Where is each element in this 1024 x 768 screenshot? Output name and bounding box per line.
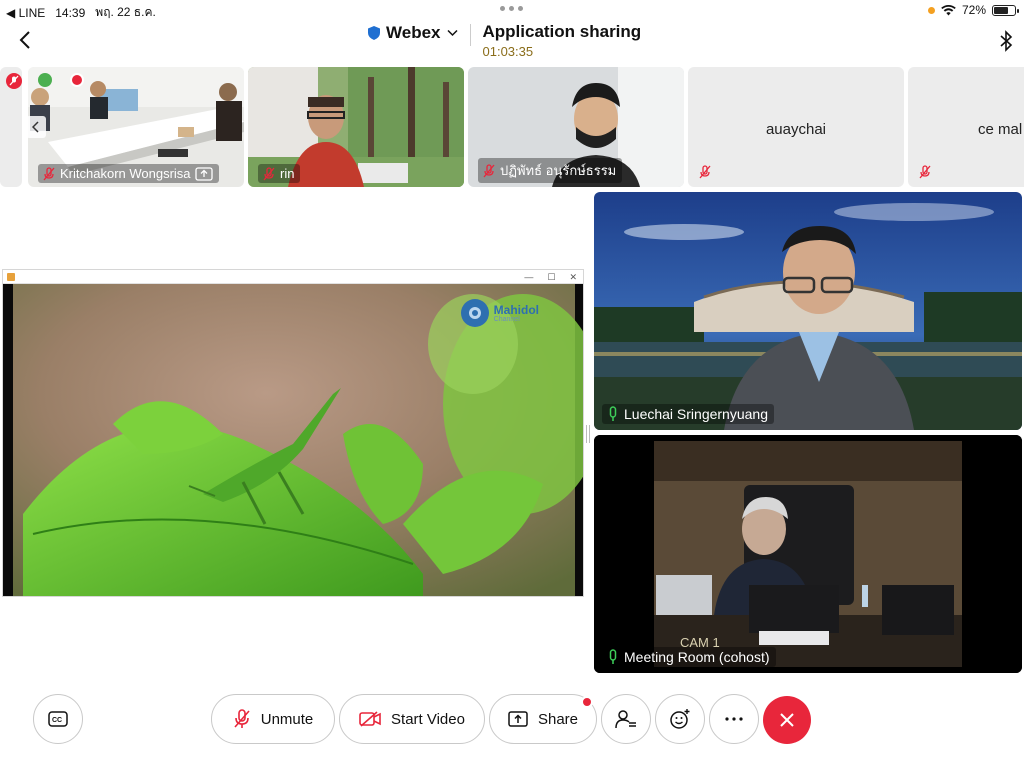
video-label-meeting-room: Meeting Room (cohost) xyxy=(602,647,776,667)
participant-tile-3[interactable]: ปฏิพัทธ์ อนุรักษ์ธรรม xyxy=(468,67,684,187)
close-icon xyxy=(780,713,794,727)
grasshopper-video-frame xyxy=(3,284,583,596)
audio-level-icon xyxy=(38,73,52,87)
unmute-label: Unmute xyxy=(260,710,314,728)
meeting-header: Webex Application sharing 01:03:35 xyxy=(0,20,1024,62)
share-screen-icon xyxy=(508,711,528,727)
shield-icon xyxy=(368,26,380,40)
close-icon: ✕ xyxy=(569,272,577,282)
leave-meeting-button[interactable] xyxy=(763,696,811,744)
luechai-video-feed xyxy=(594,192,1022,430)
video-tile-luechai[interactable]: Luechai Sringernyuang xyxy=(594,192,1022,430)
status-bar: ◀ LINE 14:39 พฤ. 22 ธ.ค. 72% xyxy=(0,0,1024,20)
share-title: Application sharing xyxy=(482,22,642,41)
video-label-luechai: Luechai Sringernyuang xyxy=(602,404,774,424)
app-name: Webex xyxy=(386,23,441,42)
meeting-timer: 01:03:35 xyxy=(482,44,534,59)
share-label: Share xyxy=(537,710,579,728)
closed-captions-button[interactable]: CC xyxy=(33,694,83,744)
mic-active-icon xyxy=(609,649,617,664)
participant-name: ce mal xyxy=(978,121,1023,138)
svg-text:CC: CC xyxy=(52,717,62,724)
strip-scroll-left-button[interactable] xyxy=(26,116,46,138)
participant-tile-partial[interactable] xyxy=(0,67,22,187)
more-horizontal-icon xyxy=(725,717,743,721)
participant-label-1: Kritchakorn Wongsrisa xyxy=(38,164,219,183)
mic-in-use-indicator xyxy=(927,6,935,14)
more-options-button[interactable] xyxy=(709,694,759,744)
status-time: 14:39 xyxy=(55,5,86,20)
mic-muted-icon xyxy=(699,165,711,179)
participant-tile-2[interactable]: rin xyxy=(248,67,464,187)
participant-tile-5[interactable]: ce mal xyxy=(908,67,1024,187)
cc-icon: CC xyxy=(48,711,68,727)
chevron-down-icon xyxy=(446,29,458,37)
minimize-icon: — xyxy=(524,272,534,282)
reactions-button[interactable] xyxy=(655,694,705,744)
chevron-left-icon xyxy=(32,121,39,133)
brand-sub: Channel xyxy=(493,315,520,323)
mic-muted-icon xyxy=(234,709,250,728)
shared-video-content: Mahidol Channel xyxy=(3,284,583,596)
header-divider xyxy=(469,24,471,46)
maximize-icon: ☐ xyxy=(547,272,556,282)
battery-fill xyxy=(994,6,1009,14)
participant-name: Meeting Room (cohost) xyxy=(624,649,770,665)
video-off-icon xyxy=(359,711,381,727)
participants-button[interactable] xyxy=(601,694,651,744)
participant-strip[interactable]: Kritchakorn Wongsrisa rin ปฏิพัทธ์ อนุรั… xyxy=(0,67,1024,187)
battery-percent: 72% xyxy=(961,3,986,17)
start-video-button[interactable]: Start Video xyxy=(339,694,485,744)
mic-muted-icon xyxy=(919,165,931,179)
participant-label-2: rin xyxy=(258,164,301,183)
brand-name: Mahidol xyxy=(493,302,539,317)
split-resize-handle[interactable] xyxy=(586,425,590,443)
mic-muted-icon xyxy=(43,166,55,180)
mahidol-channel-logo: Mahidol Channel xyxy=(460,298,539,328)
multitasking-handle[interactable] xyxy=(500,6,523,11)
participant-name: rin xyxy=(280,166,295,181)
participant-tile-4[interactable]: auaychai xyxy=(688,67,904,187)
participant-name: Kritchakorn Wongsrisa xyxy=(60,166,191,181)
participant-label-3: ปฏิพัทธ์ อนุรักษ์ธรรม xyxy=(478,158,623,183)
battery-icon xyxy=(992,4,1019,16)
mahidol-flower-icon xyxy=(460,299,489,327)
bluetooth-icon[interactable] xyxy=(998,30,1014,52)
mic-muted-icon xyxy=(483,163,495,177)
meeting-controls: CC Unmute Start Video Share xyxy=(0,692,1024,748)
back-to-app-link[interactable]: ◀ LINE xyxy=(6,6,45,20)
mic-active-icon xyxy=(609,406,617,421)
share-notification-dot xyxy=(581,696,593,708)
emoji-add-icon xyxy=(670,709,690,729)
start-video-label: Start Video xyxy=(391,710,465,728)
webex-meeting-info-button[interactable]: Webex xyxy=(368,22,458,43)
shared-application-window[interactable]: — ☐ ✕ Mahidol Channel xyxy=(2,269,584,597)
participant-name: ปฏิพัทธ์ อนุรักษ์ธรรม xyxy=(500,163,617,178)
participants-icon xyxy=(615,710,636,729)
meeting-room-video-feed: CAM 1 xyxy=(594,435,1022,673)
shared-window-titlebar: — ☐ ✕ xyxy=(3,270,583,284)
mic-muted-icon xyxy=(263,166,275,180)
back-chevron-icon[interactable] xyxy=(14,28,38,52)
record-indicator-icon xyxy=(6,73,22,89)
participant-tile-1[interactable]: Kritchakorn Wongsrisa xyxy=(28,67,244,187)
sharing-indicator-icon xyxy=(194,166,213,181)
unmute-button[interactable]: Unmute xyxy=(211,694,335,744)
app-icon xyxy=(7,273,15,281)
wifi-icon xyxy=(941,4,956,15)
recording-dot-icon xyxy=(70,73,84,87)
participant-name: auaychai xyxy=(765,121,827,138)
participant-name: Luechai Sringernyuang xyxy=(624,406,768,422)
video-tile-meeting-room[interactable]: CAM 1 Meeting Room (cohost) xyxy=(594,435,1022,673)
